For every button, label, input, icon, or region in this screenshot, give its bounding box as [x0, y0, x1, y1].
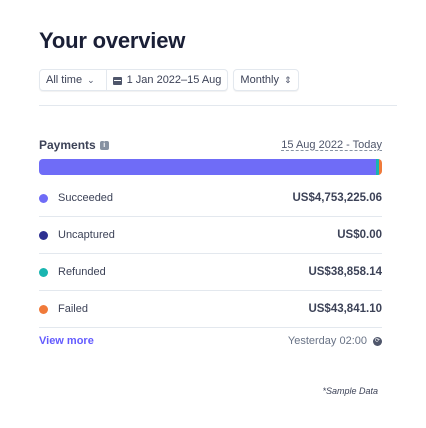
row-amount: US$38,858.14 [308, 266, 382, 278]
list-item-refunded[interactable]: Refunded US$38,858.14 [39, 254, 382, 291]
status-dot-icon [39, 267, 48, 277]
interval-select[interactable]: Monthly ⇕ [233, 69, 299, 91]
divider [39, 105, 397, 106]
row-amount: US$43,841.10 [308, 303, 382, 315]
bar-segment-failed [378, 159, 382, 175]
refresh-icon[interactable]: ⟳ [373, 336, 382, 346]
page-title: Your overview [39, 28, 186, 53]
range-link[interactable]: 15 Aug 2022 - Today [281, 139, 382, 151]
bar-segment-succeeded [39, 159, 377, 175]
status-dot-icon [39, 304, 48, 314]
row-label: Failed [58, 303, 88, 315]
status-dot-icon [39, 193, 48, 203]
payments-label: Payments [39, 138, 96, 152]
row-label: Uncaptured [58, 229, 115, 241]
info-icon[interactable]: i [99, 140, 109, 150]
row-label: Succeeded [58, 192, 114, 204]
list-item-uncaptured[interactable]: Uncaptured US$0.00 [39, 217, 382, 254]
payments-header: Payments i 15 Aug 2022 - Today [39, 138, 382, 154]
sort-arrows-icon: ⇕ [283, 74, 292, 85]
row-amount: US$4,753,225.06 [292, 192, 382, 204]
list-item-failed[interactable]: Failed US$43,841.10 [39, 291, 382, 328]
payments-title: Payments i [39, 138, 109, 152]
status-dot-icon [39, 230, 48, 240]
payments-bar [39, 159, 382, 175]
row-amount: US$0.00 [337, 229, 382, 241]
list-item-succeeded[interactable]: Succeeded US$4,753,225.06 [39, 180, 382, 217]
view-more-link[interactable]: View more [39, 335, 94, 347]
updated-time: Yesterday 02:00 [287, 335, 367, 347]
payments-list: Succeeded US$4,753,225.06 Uncaptured US$… [39, 180, 382, 328]
row-label: Refunded [58, 266, 106, 278]
last-updated: Yesterday 02:00 ⟳ [288, 335, 382, 347]
chevron-down-icon: ⌄ [87, 74, 95, 85]
filter-bar: All time ⌄ 1 Jan 2022–15 Aug Monthly ⇕ [39, 69, 299, 91]
calendar-icon [112, 76, 122, 85]
range-preset-label: All time [46, 74, 83, 86]
sample-data-note: *Sample Data [322, 386, 378, 396]
date-range-label: 1 Jan 2022–15 Aug [126, 74, 222, 86]
range-preset-dropdown[interactable]: All time ⌄ [40, 70, 101, 90]
payments-footer: View more Yesterday 02:00 ⟳ [39, 333, 382, 349]
date-range-picker[interactable]: 1 Jan 2022–15 Aug [105, 70, 228, 90]
date-filter: All time ⌄ 1 Jan 2022–15 Aug [39, 69, 229, 91]
interval-label: Monthly [240, 74, 279, 86]
